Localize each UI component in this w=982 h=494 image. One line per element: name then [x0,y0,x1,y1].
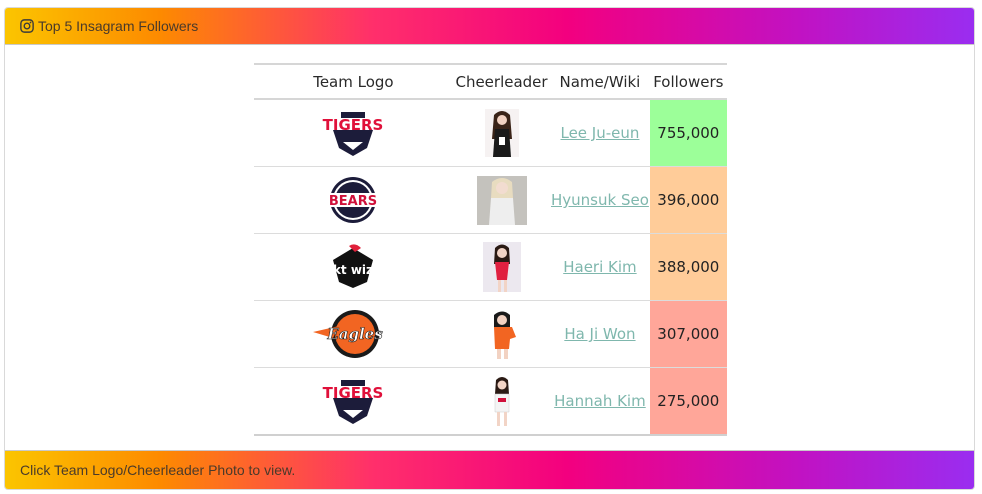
column-header-name: Name/Wiki [550,63,650,100]
cheerleader-photo[interactable] [484,109,519,157]
followers-cell: 275,000 [649,367,727,436]
card-footer: Click Team Logo/Cheerleader Photo to vie… [5,450,974,489]
cheerleader-photo-cell [452,300,551,368]
ktwiz-logo[interactable]: kt wiz [323,242,383,292]
cheerleader-photo-cell [452,99,551,167]
cheerleader-photo[interactable] [482,242,521,292]
bears-logo-text: BEARS [329,194,377,209]
cheerleader-photo-cell [452,166,551,234]
table-header-row: Team Logo Cheerleader Name/Wiki Follower… [254,63,727,100]
cheerleader-photo[interactable] [481,309,522,359]
column-header-cheerleader: Cheerleader [452,63,551,100]
eagles-logo-text: Eagles [327,325,384,343]
team-logo-cell: TIGERS [254,367,453,436]
bears-logo[interactable]: BEARS [323,175,383,225]
name-cell: Hyunsuk Seo [550,166,650,234]
table-row: kt wiz Haeri Kim 388,000 [254,233,727,301]
tigers-logo-text: TIGERS [323,116,384,134]
name-cell: Hannah Kim [550,367,650,436]
followers-cell: 307,000 [649,300,727,368]
followers-cell: 396,000 [649,166,727,234]
name-cell: Ha Ji Won [550,300,650,368]
tigers-logo[interactable]: TIGERS [321,376,385,426]
header-title: Top 5 Insagram Followers [38,18,199,34]
cheerleader-photo[interactable] [486,376,517,426]
team-logo-cell: TIGERS [254,99,453,167]
cheerleader-wiki-link[interactable]: Ha Ji Won [564,325,635,343]
tigers-logo[interactable]: TIGERS [321,108,385,158]
eagles-logo[interactable]: Eagles [311,308,395,360]
top-followers-card: Top 5 Insagram Followers Team Logo Cheer… [4,7,975,490]
team-logo-cell: BEARS [254,166,453,234]
followers-cell: 388,000 [649,233,727,301]
footer-hint: Click Team Logo/Cheerleader Photo to vie… [20,462,296,478]
column-header-team-logo: Team Logo [254,63,453,100]
ktwiz-logo-text: kt wiz [333,263,373,277]
name-cell: Haeri Kim [550,233,650,301]
table-row: BEARS Hyunsuk Seo 396,000 [254,166,727,234]
followers-cell: 755,000 [649,99,727,167]
followers-table: Team Logo Cheerleader Name/Wiki Follower… [254,63,727,436]
instagram-icon [20,19,34,33]
column-header-followers: Followers [649,63,727,100]
table-row: TIGERS Hannah Kim 275,000 [254,367,727,436]
cheerleader-wiki-link[interactable]: Haeri Kim [563,258,636,276]
cheerleader-photo-cell [452,233,551,301]
cheerleader-photo-cell [452,367,551,436]
followers-table-wrap: Team Logo Cheerleader Name/Wiki Follower… [254,63,727,436]
team-logo-cell: Eagles [254,300,453,368]
cheerleader-photo[interactable] [476,175,527,225]
team-logo-cell: kt wiz [254,233,453,301]
cheerleader-wiki-link[interactable]: Hannah Kim [554,392,646,410]
cheerleader-wiki-link[interactable]: Hyunsuk Seo [551,191,649,209]
tigers-logo-text: TIGERS [323,384,384,402]
cheerleader-wiki-link[interactable]: Lee Ju-eun [560,124,639,142]
table-row: Eagles Ha Ji Won 307,000 [254,300,727,368]
name-cell: Lee Ju-eun [550,99,650,167]
table-row: TIGERS Lee Ju-eun 755,000 [254,99,727,167]
card-header: Top 5 Insagram Followers [5,8,974,45]
